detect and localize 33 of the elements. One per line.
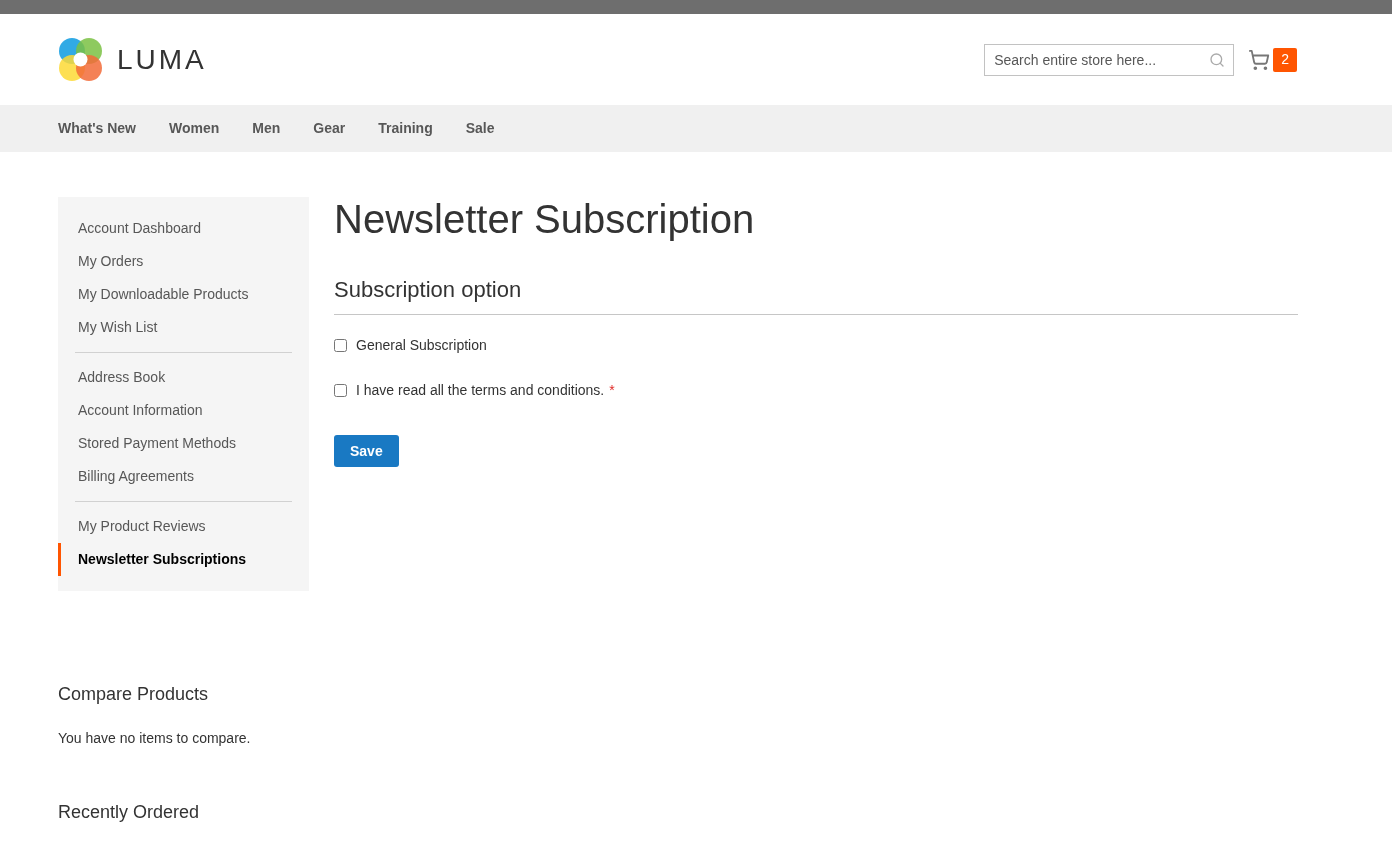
- empty-message: You have no items to compare.: [58, 729, 252, 748]
- search-field[interactable]: Search entire store here...: [984, 43, 1235, 76]
- cart-icon[interactable]: [1248, 48, 1271, 71]
- section-title: Subscription option: [334, 273, 1298, 315]
- save-button[interactable]: Save: [334, 435, 399, 467]
- nav-link[interactable]: Women: [169, 118, 220, 139]
- sidebar-item[interactable]: My Orders: [58, 245, 309, 278]
- nav-link[interactable]: Gear: [313, 118, 346, 139]
- checkbox[interactable]: [334, 339, 347, 352]
- block-title: Recently Ordered: [58, 801, 201, 824]
- sidebar-item[interactable]: My Product Reviews: [58, 510, 309, 543]
- sidebar-item[interactable]: Newsletter Subscriptions: [58, 543, 309, 576]
- sidebar-item[interactable]: Account Dashboard: [58, 212, 309, 245]
- sidebar-item[interactable]: Billing Agreements: [58, 460, 309, 493]
- sidebar-item[interactable]: My Downloadable Products: [58, 278, 309, 311]
- nav-link[interactable]: Men: [252, 118, 281, 139]
- nav-link[interactable]: Training: [378, 118, 433, 139]
- required-mark: *: [609, 381, 615, 400]
- sidebar-item[interactable]: Address Book: [58, 361, 309, 394]
- sidebar-item[interactable]: Stored Payment Methods: [58, 427, 309, 460]
- checkbox[interactable]: [334, 384, 347, 397]
- cart-count: 2: [1273, 47, 1297, 72]
- nav-link[interactable]: What's New: [58, 118, 136, 139]
- option-label: I have read all the terms and conditions.: [356, 381, 605, 400]
- option-label: General Subscription: [356, 336, 487, 355]
- sidebar-item[interactable]: My Wish List: [58, 311, 309, 344]
- page-title: Newsletter Subscription: [334, 196, 756, 243]
- logo-icon[interactable]: [58, 37, 103, 82]
- search-icon[interactable]: [1209, 51, 1226, 68]
- logo-text: LUMA: [117, 42, 207, 77]
- nav-link[interactable]: Sale: [465, 118, 495, 139]
- block-title: Compare Products: [58, 683, 210, 706]
- sidebar-item[interactable]: Account Information: [58, 394, 309, 427]
